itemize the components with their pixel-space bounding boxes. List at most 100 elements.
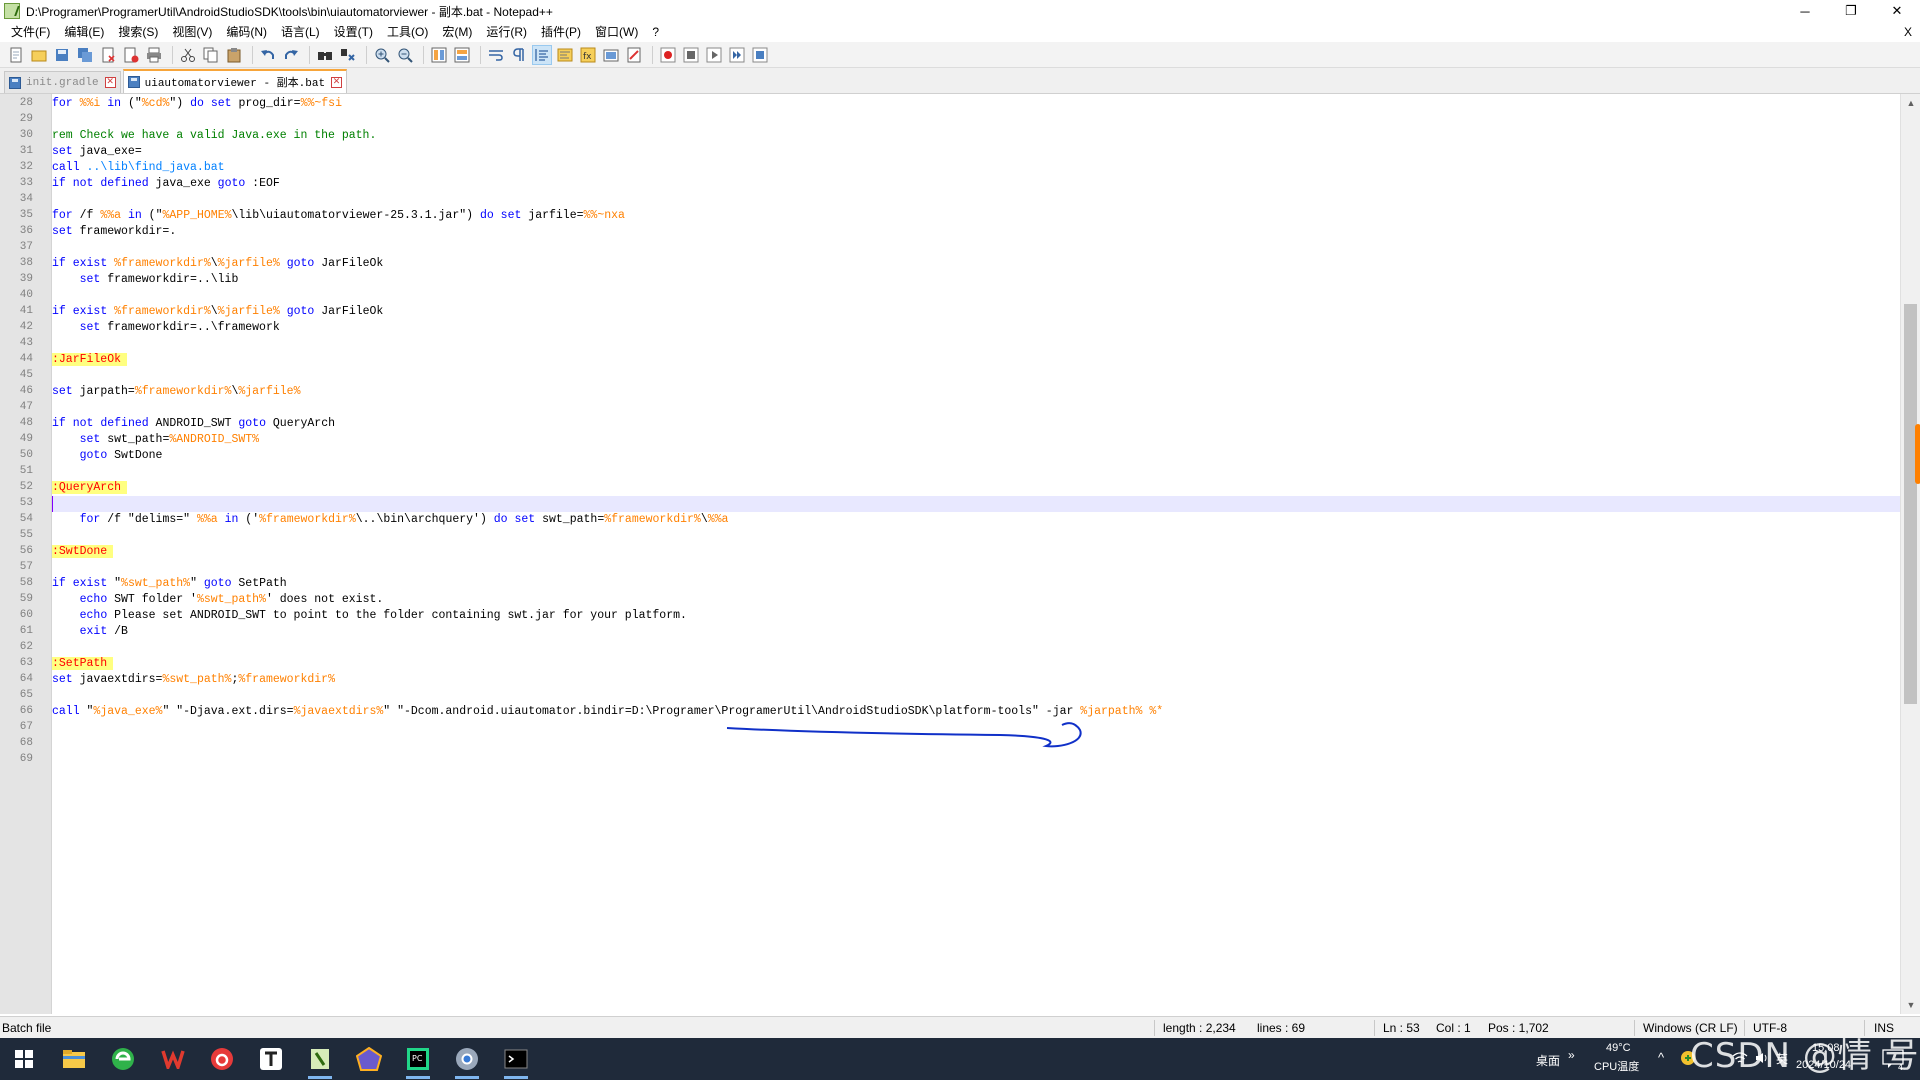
code-line[interactable] <box>52 464 1900 480</box>
code-line[interactable]: set frameworkdir=..\lib <box>52 272 1900 288</box>
code-line[interactable] <box>52 192 1900 208</box>
code-line[interactable] <box>52 560 1900 576</box>
typora-icon[interactable] <box>255 1043 287 1075</box>
find-icon[interactable] <box>315 45 335 65</box>
code-line[interactable] <box>52 528 1900 544</box>
code-line[interactable]: for /f "delims=" %%a in ('%frameworkdir%… <box>52 512 1900 528</box>
code-line[interactable]: set swt_path=%ANDROID_SWT% <box>52 432 1900 448</box>
tray-overflow-icon[interactable]: ^ <box>1658 1050 1664 1065</box>
save-icon[interactable] <box>52 45 72 65</box>
copy-icon[interactable] <box>201 45 221 65</box>
code-line[interactable] <box>52 240 1900 256</box>
undo-icon[interactable] <box>258 45 278 65</box>
code-line[interactable] <box>52 688 1900 704</box>
code-line[interactable] <box>52 368 1900 384</box>
code-line[interactable]: echo SWT folder '%swt_path%' does not ex… <box>52 592 1900 608</box>
code-line[interactable]: exit /B <box>52 624 1900 640</box>
monitoring-icon[interactable] <box>624 45 644 65</box>
code-line[interactable]: :SetPath <box>52 656 1900 672</box>
code-text-area[interactable]: for %%i in ("%cd%") do set prog_dir=%%~f… <box>52 94 1900 1014</box>
browser-icon[interactable] <box>107 1043 139 1075</box>
close-document-button[interactable]: X <box>1904 25 1920 39</box>
code-line[interactable] <box>52 336 1900 352</box>
code-line[interactable]: call "%java_exe%" "-Djava.ext.dirs=%java… <box>52 704 1900 720</box>
macro-stop-icon[interactable] <box>681 45 701 65</box>
zoom-out-icon[interactable] <box>395 45 415 65</box>
pycharm-icon[interactable]: PC <box>402 1043 434 1079</box>
indent-guide-icon[interactable] <box>532 44 552 65</box>
scrollbar-thumb[interactable] <box>1904 304 1917 704</box>
editor-area[interactable]: 28 29 30 31 32 33 34 35 36 37 38 39 40 41 42 43 44 45 46 47… <box>0 94 1920 1014</box>
code-line[interactable]: set frameworkdir=. <box>52 224 1900 240</box>
close-icon[interactable] <box>98 45 118 65</box>
windows-start-icon[interactable] <box>8 1043 40 1075</box>
code-line[interactable]: :SwtDone <box>52 544 1900 560</box>
code-line[interactable]: call ..\lib\find_java.bat <box>52 160 1900 176</box>
menu-view[interactable]: 视图(V) <box>165 22 219 42</box>
wps-office-icon[interactable] <box>157 1043 189 1075</box>
menu-tools[interactable]: 工具(O) <box>380 22 435 42</box>
code-line[interactable] <box>52 640 1900 656</box>
menu-edit[interactable]: 编辑(E) <box>57 22 111 42</box>
menu-macro[interactable]: 宏(M) <box>435 22 479 42</box>
code-line[interactable]: set frameworkdir=..\framework <box>52 320 1900 336</box>
macro-save-icon[interactable] <box>750 45 770 65</box>
menu-language[interactable]: 语言(L) <box>274 22 327 42</box>
terminal-icon[interactable] <box>500 1043 532 1079</box>
code-line[interactable]: :JarFileOk <box>52 352 1900 368</box>
code-line[interactable]: :QueryArch <box>52 480 1900 496</box>
code-line[interactable] <box>52 496 1900 512</box>
code-line[interactable]: if not defined ANDROID_SWT goto QueryArc… <box>52 416 1900 432</box>
code-line[interactable]: for /f %%a in ("%APP_HOME%\lib\uiautomat… <box>52 208 1900 224</box>
redo-icon[interactable] <box>281 45 301 65</box>
code-line[interactable]: if exist %frameworkdir%\%jarfile% goto J… <box>52 304 1900 320</box>
code-line[interactable] <box>52 720 1900 736</box>
save-all-icon[interactable] <box>75 45 95 65</box>
code-line[interactable]: set java_exe= <box>52 144 1900 160</box>
code-line[interactable] <box>52 112 1900 128</box>
netease-music-icon[interactable] <box>206 1043 238 1075</box>
code-line[interactable]: set jarpath=%frameworkdir%\%jarfile% <box>52 384 1900 400</box>
cut-icon[interactable] <box>178 45 198 65</box>
notepadpp-icon[interactable] <box>304 1043 336 1079</box>
sync-horizontal-icon[interactable] <box>452 45 472 65</box>
code-line[interactable]: for %%i in ("%cd%") do set prog_dir=%%~f… <box>52 96 1900 112</box>
word-wrap-icon[interactable] <box>486 45 506 65</box>
code-line[interactable]: if exist %frameworkdir%\%jarfile% goto J… <box>52 256 1900 272</box>
code-line[interactable]: if not defined java_exe goto :EOF <box>52 176 1900 192</box>
menu-search[interactable]: 搜索(S) <box>111 22 165 42</box>
open-file-icon[interactable] <box>29 45 49 65</box>
sync-vertical-icon[interactable] <box>429 45 449 65</box>
document-map-icon[interactable] <box>555 45 575 65</box>
code-line[interactable]: set javaextdirs=%swt_path%;%frameworkdir… <box>52 672 1900 688</box>
function-list-icon[interactable]: fx <box>578 45 598 65</box>
restore-button[interactable]: ❐ <box>1828 0 1874 22</box>
menu-window[interactable]: 窗口(W) <box>588 22 645 42</box>
geogebra-icon[interactable] <box>353 1043 385 1075</box>
macro-play-icon[interactable] <box>704 45 724 65</box>
chrome-icon[interactable] <box>451 1043 483 1079</box>
desktop-toolbar-label[interactable]: 桌面 <box>1536 1052 1560 1069</box>
menu-help[interactable]: ? <box>645 22 666 42</box>
tab-close-icon[interactable]: ✕ <box>104 77 116 88</box>
menu-plugins[interactable]: 插件(P) <box>534 22 588 42</box>
code-line[interactable]: echo Please set ANDROID_SWT to point to … <box>52 608 1900 624</box>
folder-workspace-icon[interactable] <box>601 45 621 65</box>
menu-encoding[interactable]: 编码(N) <box>219 22 274 42</box>
scroll-down-icon[interactable]: ▼ <box>1901 996 1920 1014</box>
zoom-in-icon[interactable] <box>372 45 392 65</box>
code-line[interactable]: goto SwtDone <box>52 448 1900 464</box>
tab-close-icon[interactable]: ✕ <box>331 76 343 88</box>
new-file-icon[interactable] <box>6 45 26 65</box>
code-line[interactable] <box>52 752 1900 768</box>
macro-record-icon[interactable] <box>658 45 678 65</box>
code-line[interactable] <box>52 736 1900 752</box>
scroll-up-icon[interactable]: ▲ <box>1901 94 1920 112</box>
tab-init-gradle[interactable]: init.gradle ✕ <box>4 71 121 93</box>
vertical-scrollbar[interactable]: ▲ ▼ <box>1900 94 1920 1014</box>
file-explorer-icon[interactable] <box>58 1043 90 1075</box>
toolbar-overflow-icon[interactable]: » <box>1568 1048 1575 1062</box>
code-line[interactable] <box>52 400 1900 416</box>
paste-icon[interactable] <box>224 45 244 65</box>
code-line[interactable]: if exist "%swt_path%" goto SetPath <box>52 576 1900 592</box>
